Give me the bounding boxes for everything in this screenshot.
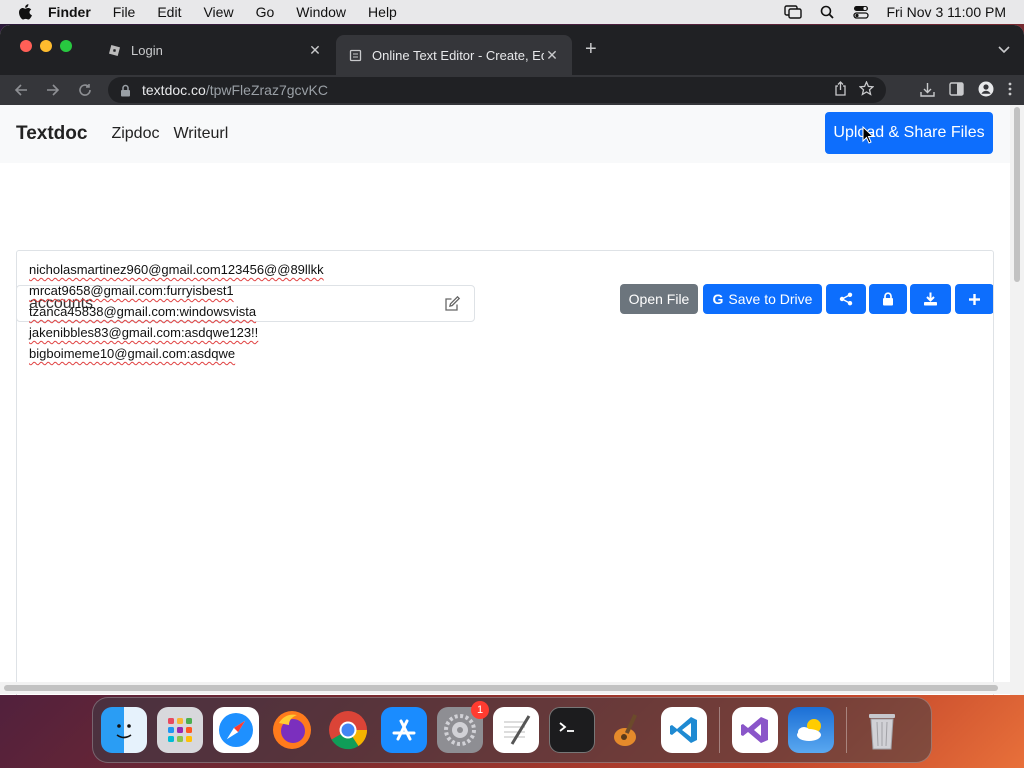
side-panel-icon[interactable] <box>949 82 964 101</box>
roblox-icon <box>107 43 121 57</box>
mouse-cursor-icon <box>862 126 874 144</box>
browser-toolbar: textdoc.co/tpwFleZraz7gcvKC <box>0 75 1024 105</box>
download-icon[interactable] <box>920 82 935 102</box>
zoom-window-button[interactable] <box>60 40 72 52</box>
editor-line: nicholasmartinez960@gmail.com123456@@89l… <box>29 262 324 277</box>
menu-window[interactable]: Window <box>296 4 346 20</box>
dock-separator <box>846 707 847 753</box>
new-tab-icon[interactable]: + <box>585 38 597 61</box>
control-center-icon[interactable] <box>852 5 870 19</box>
window-controls <box>20 40 72 52</box>
site-navbar: Textdoc Zipdoc Writeurl Upload & Share F… <box>0 105 1010 163</box>
share-icon[interactable] <box>834 81 847 99</box>
menu-go[interactable]: Go <box>256 4 275 20</box>
tab-label: Online Text Editor - Create, Ed <box>372 47 544 63</box>
trash-icon[interactable] <box>859 707 905 753</box>
menu-view[interactable]: View <box>203 4 233 20</box>
app-store-icon[interactable] <box>381 707 427 753</box>
forward-arrow-icon[interactable] <box>42 79 64 101</box>
visual-studio-icon[interactable] <box>732 707 778 753</box>
textedit-icon[interactable] <box>493 707 539 753</box>
vertical-scrollbar[interactable] <box>1010 105 1024 695</box>
site-brand[interactable]: Textdoc <box>16 123 87 145</box>
text-editor-area[interactable]: nicholasmartinez960@gmail.com123456@@89l… <box>16 250 994 695</box>
finder-icon[interactable] <box>101 707 147 753</box>
weather-icon[interactable] <box>788 707 834 753</box>
chrome-icon[interactable] <box>325 707 371 753</box>
editor-line: jakenibbles83@gmail.com:asdqwe123!! <box>29 325 259 340</box>
apple-icon[interactable] <box>18 4 34 20</box>
chevron-down-icon[interactable] <box>998 41 1010 59</box>
close-tab-icon[interactable]: ✕ <box>544 47 560 64</box>
vscode-icon[interactable] <box>661 707 707 753</box>
web-page: Textdoc Zipdoc Writeurl Upload & Share F… <box>0 105 1010 695</box>
tab-text-editor[interactable]: Online Text Editor - Create, Ed ✕ <box>336 35 572 75</box>
close-tab-icon[interactable]: ✕ <box>307 42 323 59</box>
url-host: textdoc.co <box>142 82 206 98</box>
menu-help[interactable]: Help <box>368 4 397 20</box>
editor-line: mrcat9658@gmail.com:furryisbest1 <box>29 283 234 298</box>
firefox-icon[interactable] <box>269 707 315 753</box>
tab-label: Login <box>131 42 163 58</box>
upload-share-files-button[interactable]: Upload & Share Files <box>825 112 993 154</box>
dock-separator <box>719 707 720 753</box>
tab-login[interactable]: Login ✕ <box>95 35 335 65</box>
back-arrow-icon[interactable] <box>10 79 32 101</box>
notification-badge: 1 <box>471 701 489 719</box>
menu-clock[interactable]: Fri Nov 3 11:00 PM <box>886 4 1006 20</box>
tab-bar: Login ✕ Online Text Editor - Create, Ed … <box>0 25 1024 75</box>
safari-icon[interactable] <box>213 707 259 753</box>
menu-bar: Finder File Edit View Go Window Help Fri… <box>0 0 1024 24</box>
horizontal-scrollbar[interactable] <box>0 682 1010 694</box>
terminal-icon[interactable] <box>549 707 595 753</box>
scroll-thumb[interactable] <box>4 685 998 691</box>
address-bar[interactable]: textdoc.co/tpwFleZraz7gcvKC <box>108 77 886 103</box>
bookmark-star-icon[interactable] <box>858 80 875 99</box>
editor-line: tzanca45838@gmail.com:windowsvista <box>29 304 257 319</box>
launchpad-icon[interactable] <box>157 707 203 753</box>
lock-icon[interactable] <box>120 83 132 97</box>
nav-link-zipdoc[interactable]: Zipdoc <box>111 125 159 143</box>
document-icon <box>348 48 362 62</box>
close-window-button[interactable] <box>20 40 32 52</box>
minimize-window-button[interactable] <box>40 40 52 52</box>
more-options-icon[interactable] <box>1008 82 1012 101</box>
menu-file[interactable]: File <box>113 4 136 20</box>
spotlight-search-icon[interactable] <box>818 5 836 19</box>
editor-line: bigboimeme10@gmail.com:asdqwe <box>29 346 236 361</box>
system-settings-icon[interactable]: 1 <box>437 701 489 753</box>
url-path: /tpwFleZraz7gcvKC <box>205 82 328 98</box>
nav-link-writeurl[interactable]: Writeurl <box>173 125 228 143</box>
screen-mirroring-icon[interactable] <box>784 5 803 19</box>
scroll-thumb[interactable] <box>1014 107 1020 282</box>
menu-edit[interactable]: Edit <box>157 4 181 20</box>
profile-icon[interactable] <box>978 81 994 102</box>
dock: 1 <box>92 697 932 763</box>
garageband-icon[interactable] <box>605 707 651 753</box>
reload-icon[interactable] <box>74 79 96 101</box>
menu-app-name[interactable]: Finder <box>48 4 91 20</box>
